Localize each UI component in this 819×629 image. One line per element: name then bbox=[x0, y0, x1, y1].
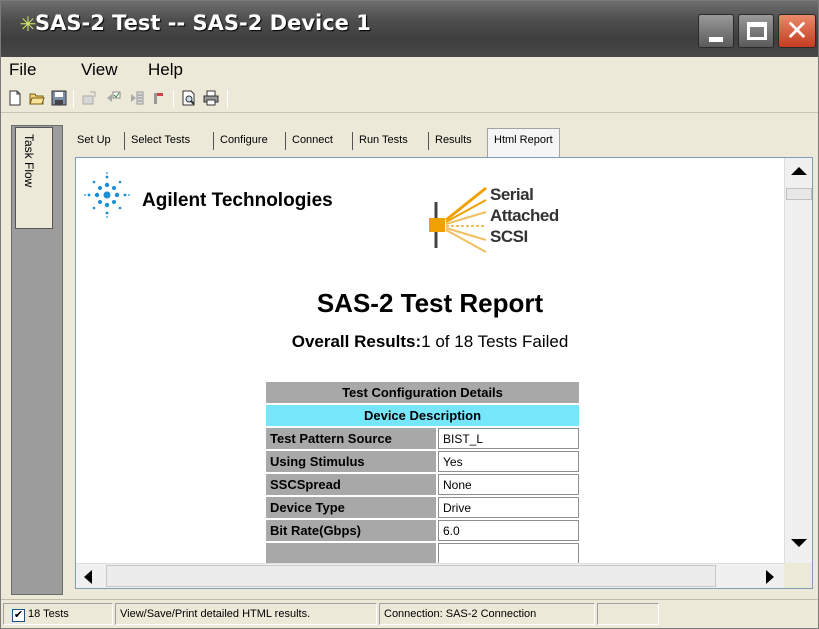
table-row bbox=[266, 543, 579, 564]
task-flow-label: Task Flow bbox=[22, 134, 36, 188]
print-icon[interactable] bbox=[203, 90, 219, 106]
tab-separator bbox=[428, 132, 429, 150]
run-icon[interactable] bbox=[129, 90, 145, 106]
status-connection: Connection: SAS-2 Connection bbox=[379, 603, 595, 625]
scroll-up-icon[interactable] bbox=[787, 160, 811, 184]
menu-help[interactable]: Help bbox=[148, 60, 183, 80]
tab-separator bbox=[213, 132, 214, 150]
row-value: Drive bbox=[438, 497, 579, 518]
sas-logo-text: Serial Attached SCSI bbox=[490, 184, 559, 247]
row-value: Yes bbox=[438, 451, 579, 472]
row-label: Test Pattern Source bbox=[266, 428, 436, 449]
scroll-down-icon[interactable] bbox=[787, 530, 811, 554]
maximize-icon bbox=[747, 22, 767, 40]
agilent-logo-icon bbox=[84, 172, 130, 218]
html-report-view: Agilent Technologies Serial Attached SCS… bbox=[75, 157, 813, 589]
overall-results-value: 1 of 18 Tests Failed bbox=[421, 332, 569, 351]
new-icon[interactable] bbox=[7, 90, 23, 106]
save-icon[interactable] bbox=[51, 90, 67, 106]
minimize-icon bbox=[709, 37, 723, 42]
tab-separator bbox=[285, 132, 286, 150]
scroll-right-icon[interactable] bbox=[758, 566, 780, 588]
tab-run-tests[interactable]: Run Tests bbox=[359, 134, 408, 146]
sas-logo-line: SCSI bbox=[490, 227, 528, 246]
row-value: None bbox=[438, 474, 579, 495]
menu-file[interactable]: File bbox=[9, 60, 36, 80]
task-flow-button[interactable]: Task Flow bbox=[15, 127, 53, 229]
test-configuration-table: Test Configuration Details Device Descri… bbox=[264, 380, 581, 566]
scroll-left-icon[interactable] bbox=[78, 566, 100, 588]
row-label: Bit Rate(Gbps) bbox=[266, 520, 436, 541]
tab-select-tests[interactable]: Select Tests bbox=[131, 134, 190, 146]
overall-results: Overall Results:1 of 18 Tests Failed bbox=[76, 332, 784, 352]
table-row: Device Type Drive bbox=[266, 497, 579, 518]
toolbar-separator bbox=[73, 90, 74, 108]
toolbar bbox=[1, 85, 818, 113]
report-title: SAS-2 Test Report bbox=[316, 288, 544, 318]
window-title: SAS-2 Test -- SAS-2 Device 1 bbox=[35, 11, 371, 35]
table-row: Bit Rate(Gbps) 6.0 bbox=[266, 520, 579, 541]
horizontal-scroll-thumb[interactable] bbox=[106, 565, 716, 587]
toolbar-separator bbox=[173, 90, 174, 108]
maximize-button[interactable] bbox=[738, 14, 774, 48]
tab-results[interactable]: Results bbox=[435, 134, 472, 146]
minimize-button[interactable] bbox=[698, 14, 734, 48]
company-name: Agilent Technologies bbox=[142, 190, 333, 211]
row-value-partial bbox=[438, 543, 579, 564]
menu-bar: File View Help bbox=[1, 57, 818, 83]
export-icon[interactable] bbox=[81, 90, 97, 106]
status-tests-panel[interactable]: ✔ 18 Tests bbox=[3, 603, 113, 625]
title-bar[interactable]: ✳ SAS-2 Test -- SAS-2 Device 1 ✕ bbox=[1, 1, 818, 57]
sas-logo-line: Attached bbox=[490, 206, 559, 225]
row-value: BIST_L bbox=[438, 428, 579, 449]
tab-html-report[interactable]: Html Report bbox=[487, 128, 560, 158]
stop-icon[interactable] bbox=[151, 90, 167, 106]
tab-separator bbox=[352, 132, 353, 150]
status-extra bbox=[597, 603, 659, 625]
vertical-scroll-thumb[interactable] bbox=[786, 188, 812, 200]
open-icon[interactable] bbox=[29, 90, 45, 106]
status-tests-label: 18 Tests bbox=[28, 608, 69, 620]
toolbar-separator bbox=[227, 90, 228, 108]
row-label: SSCSpread bbox=[266, 474, 436, 495]
menu-view[interactable]: View bbox=[81, 60, 118, 80]
application-window: ✳ SAS-2 Test -- SAS-2 Device 1 ✕ File Vi… bbox=[0, 0, 819, 629]
row-label: Device Type bbox=[266, 497, 436, 518]
tab-configure[interactable]: Configure bbox=[220, 134, 268, 146]
row-value: 6.0 bbox=[438, 520, 579, 541]
table-row: Using Stimulus Yes bbox=[266, 451, 579, 472]
sas-logo-icon bbox=[429, 186, 487, 253]
row-label-partial bbox=[266, 543, 436, 564]
tab-set-up[interactable]: Set Up bbox=[77, 134, 111, 146]
horizontal-scrollbar[interactable] bbox=[76, 563, 784, 588]
table-header: Test Configuration Details bbox=[266, 382, 579, 403]
tests-checkbox[interactable]: ✔ bbox=[12, 609, 25, 622]
status-bar: ✔ 18 Tests View/Save/Print detailed HTML… bbox=[1, 599, 818, 628]
scroll-corner bbox=[784, 563, 812, 588]
status-hint: View/Save/Print detailed HTML results. bbox=[115, 603, 377, 625]
vertical-scrollbar[interactable] bbox=[784, 158, 812, 563]
tab-separator bbox=[124, 132, 125, 150]
import-icon[interactable] bbox=[105, 90, 121, 106]
print-preview-icon[interactable] bbox=[181, 90, 197, 106]
row-label: Using Stimulus bbox=[266, 451, 436, 472]
sas-logo-line: Serial bbox=[490, 185, 534, 204]
sas-logo: Serial Attached SCSI bbox=[426, 184, 559, 284]
table-row: Test Pattern Source BIST_L bbox=[266, 428, 579, 449]
tab-connect[interactable]: Connect bbox=[292, 134, 333, 146]
overall-results-label: Overall Results: bbox=[291, 332, 422, 351]
close-icon: ✕ bbox=[785, 14, 809, 47]
section-header: Device Description bbox=[266, 405, 579, 426]
table-row: SSCSpread None bbox=[266, 474, 579, 495]
close-button[interactable]: ✕ bbox=[778, 14, 816, 48]
